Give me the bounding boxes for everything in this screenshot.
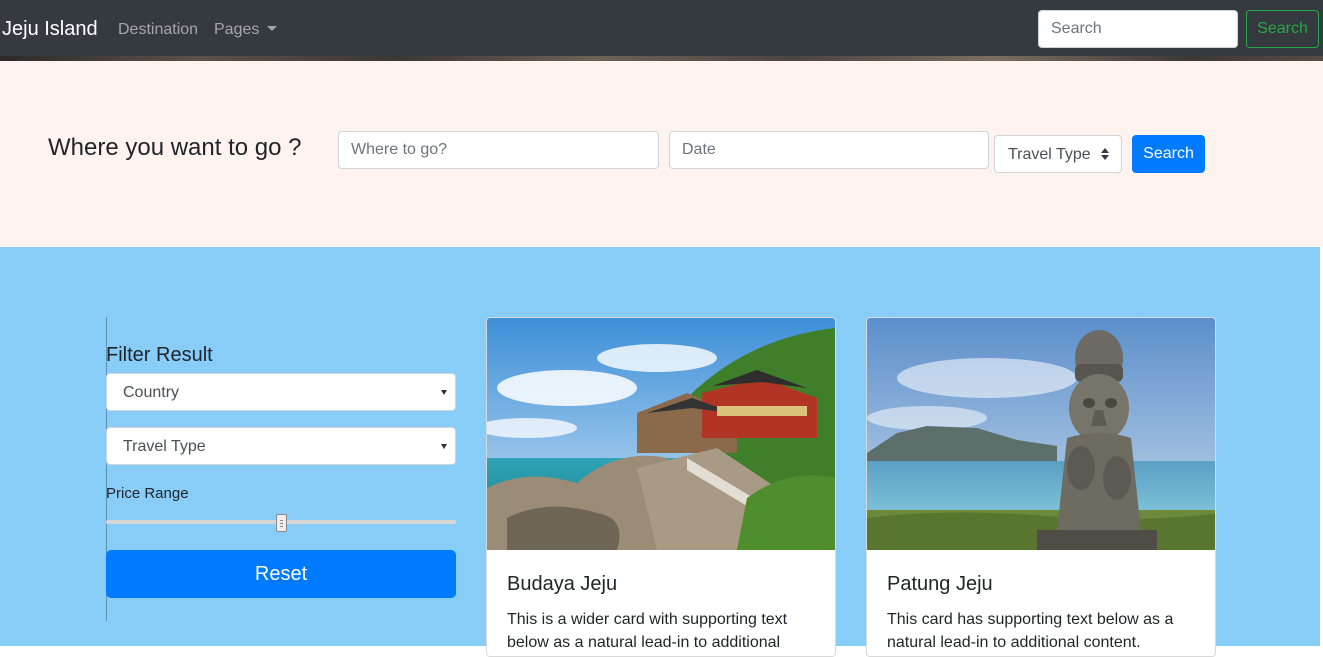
navbar: Jeju Island Destination Pages Search [0,0,1323,58]
nav-pages-label: Pages [214,21,260,38]
price-range-label: Price Range [106,485,189,502]
price-range-slider-thumb[interactable] [275,514,287,532]
card-image-statue [867,318,1215,550]
nav-link-destination[interactable]: Destination [118,20,198,40]
caret-down-icon [267,26,278,31]
sort-updown-icon [1101,148,1109,160]
filter-title: Filter Result [106,344,213,366]
navbar-search-button[interactable]: Search [1246,10,1319,48]
chevron-down-icon [441,390,447,395]
date-input[interactable] [669,131,989,169]
filter-travel-type-select[interactable]: Travel Type [106,427,456,465]
search-section: Where you want to go ? Travel Type Searc… [0,61,1323,247]
country-select-value: Country [123,384,180,401]
travel-type-select[interactable]: Travel Type [994,135,1122,173]
card-title: Patung Jeju [887,573,993,595]
results-section: Filter Result Country Travel Type Price … [0,247,1320,657]
search-title: Where you want to go ? [48,134,302,161]
nav-dropdown-pages[interactable]: Pages [214,20,278,40]
card-image-temple [487,318,835,550]
search-button[interactable]: Search [1132,135,1205,173]
card-text: This is a wider card with supporting tex… [507,611,788,651]
navbar-search-input[interactable] [1038,10,1238,48]
chevron-down-icon [441,444,447,449]
travel-type-select-value: Travel Type [1008,146,1091,163]
card-text: This card has supporting text below as a… [887,611,1174,651]
reset-button[interactable]: Reset [106,550,456,598]
card-title: Budaya Jeju [507,573,618,595]
brand-logo[interactable]: Jeju Island [2,17,98,41]
destination-card[interactable]: Patung Jeju This card has supporting tex… [866,317,1216,657]
country-select[interactable]: Country [106,373,456,411]
filter-travel-type-value: Travel Type [123,438,206,455]
destination-card[interactable]: Budaya Jeju This is a wider card with su… [486,317,836,657]
where-to-go-input[interactable] [338,131,659,169]
